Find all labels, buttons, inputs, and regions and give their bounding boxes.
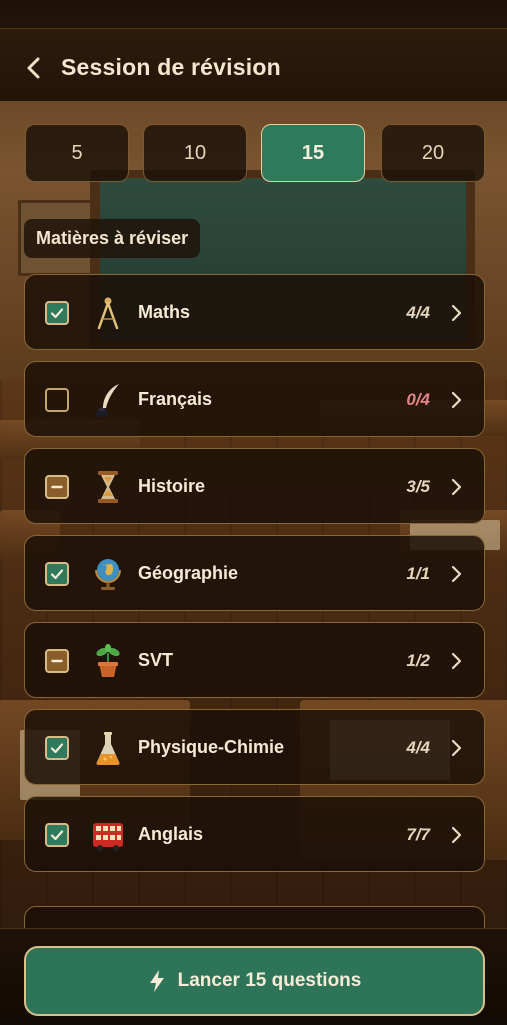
check-icon	[50, 830, 64, 841]
check-icon	[50, 308, 64, 319]
subject-name: Histoire	[138, 476, 206, 496]
compass-icon	[97, 297, 119, 330]
chevron-right-icon	[451, 565, 462, 583]
subject-name: Physique-Chimie	[138, 737, 285, 757]
subject-row-francais[interactable]: Français 0/4	[24, 361, 485, 437]
subjects-section-label: Matières à réviser	[24, 219, 201, 258]
check-icon	[50, 569, 64, 580]
subject-count: 1/1	[406, 564, 430, 583]
subject-count: 3/5	[406, 477, 430, 496]
count-option-10[interactable]: 10	[143, 124, 247, 182]
chevron-right-icon	[451, 826, 462, 844]
launch-session-button[interactable]: Lancer 15 questions	[24, 946, 485, 1016]
subject-checkbox[interactable]	[45, 475, 69, 499]
subject-count: 0/4	[406, 390, 430, 409]
count-option-5[interactable]: 5	[25, 124, 129, 182]
subject-checkbox[interactable]	[45, 301, 69, 325]
subject-row-geographie[interactable]: Géographie 1/1	[24, 535, 485, 611]
minus-icon	[51, 485, 63, 489]
subject-checkbox[interactable]	[45, 562, 69, 586]
subject-name: Anglais	[138, 824, 204, 844]
globe-icon	[95, 559, 121, 590]
subject-row-svt[interactable]: SVT 1/2	[24, 622, 485, 698]
minus-icon	[51, 659, 63, 663]
subject-row-maths[interactable]: Maths 4/4	[24, 274, 485, 350]
subject-name: Maths	[138, 302, 191, 322]
chevron-right-icon	[451, 652, 462, 670]
chevron-right-icon	[451, 304, 462, 322]
chevron-right-icon	[451, 478, 462, 496]
subject-name: SVT	[138, 650, 174, 670]
quill-icon	[96, 384, 119, 417]
check-icon	[50, 743, 64, 754]
subject-checkbox[interactable]	[45, 823, 69, 847]
subject-count: 7/7	[406, 825, 430, 844]
subject-row-histoire[interactable]: Histoire 3/5	[24, 448, 485, 524]
subject-count: 1/2	[406, 651, 430, 670]
subject-row-anglais[interactable]: Anglais 7/7	[24, 796, 485, 872]
subject-checkbox[interactable]	[45, 736, 69, 760]
plant-icon	[96, 644, 120, 677]
count-option-15[interactable]: 15	[261, 124, 365, 182]
subject-name: Français	[138, 389, 213, 409]
chevron-left-icon	[27, 57, 40, 79]
subject-checkbox[interactable]	[45, 388, 69, 412]
subject-name: Géographie	[138, 563, 239, 583]
chevron-right-icon	[451, 739, 462, 757]
lightning-icon	[149, 970, 164, 992]
bus-icon	[93, 823, 123, 851]
subject-count: 4/4	[406, 738, 430, 757]
top-bar: Session de révision	[0, 0, 507, 101]
hourglass-icon	[98, 471, 118, 503]
flask-icon	[96, 732, 120, 765]
launch-button-label: Lancer 15 questions	[177, 970, 362, 991]
page-title: Session de révision	[61, 54, 281, 80]
chevron-right-icon	[451, 391, 462, 409]
back-button[interactable]	[22, 52, 46, 84]
question-count-selector: 5 10 15 20	[25, 124, 485, 184]
subject-row-physique-chimie[interactable]: Physique-Chimie 4/4	[24, 709, 485, 785]
count-option-20[interactable]: 20	[381, 124, 485, 182]
subject-checkbox[interactable]	[45, 649, 69, 673]
subject-count: 4/4	[406, 303, 430, 322]
